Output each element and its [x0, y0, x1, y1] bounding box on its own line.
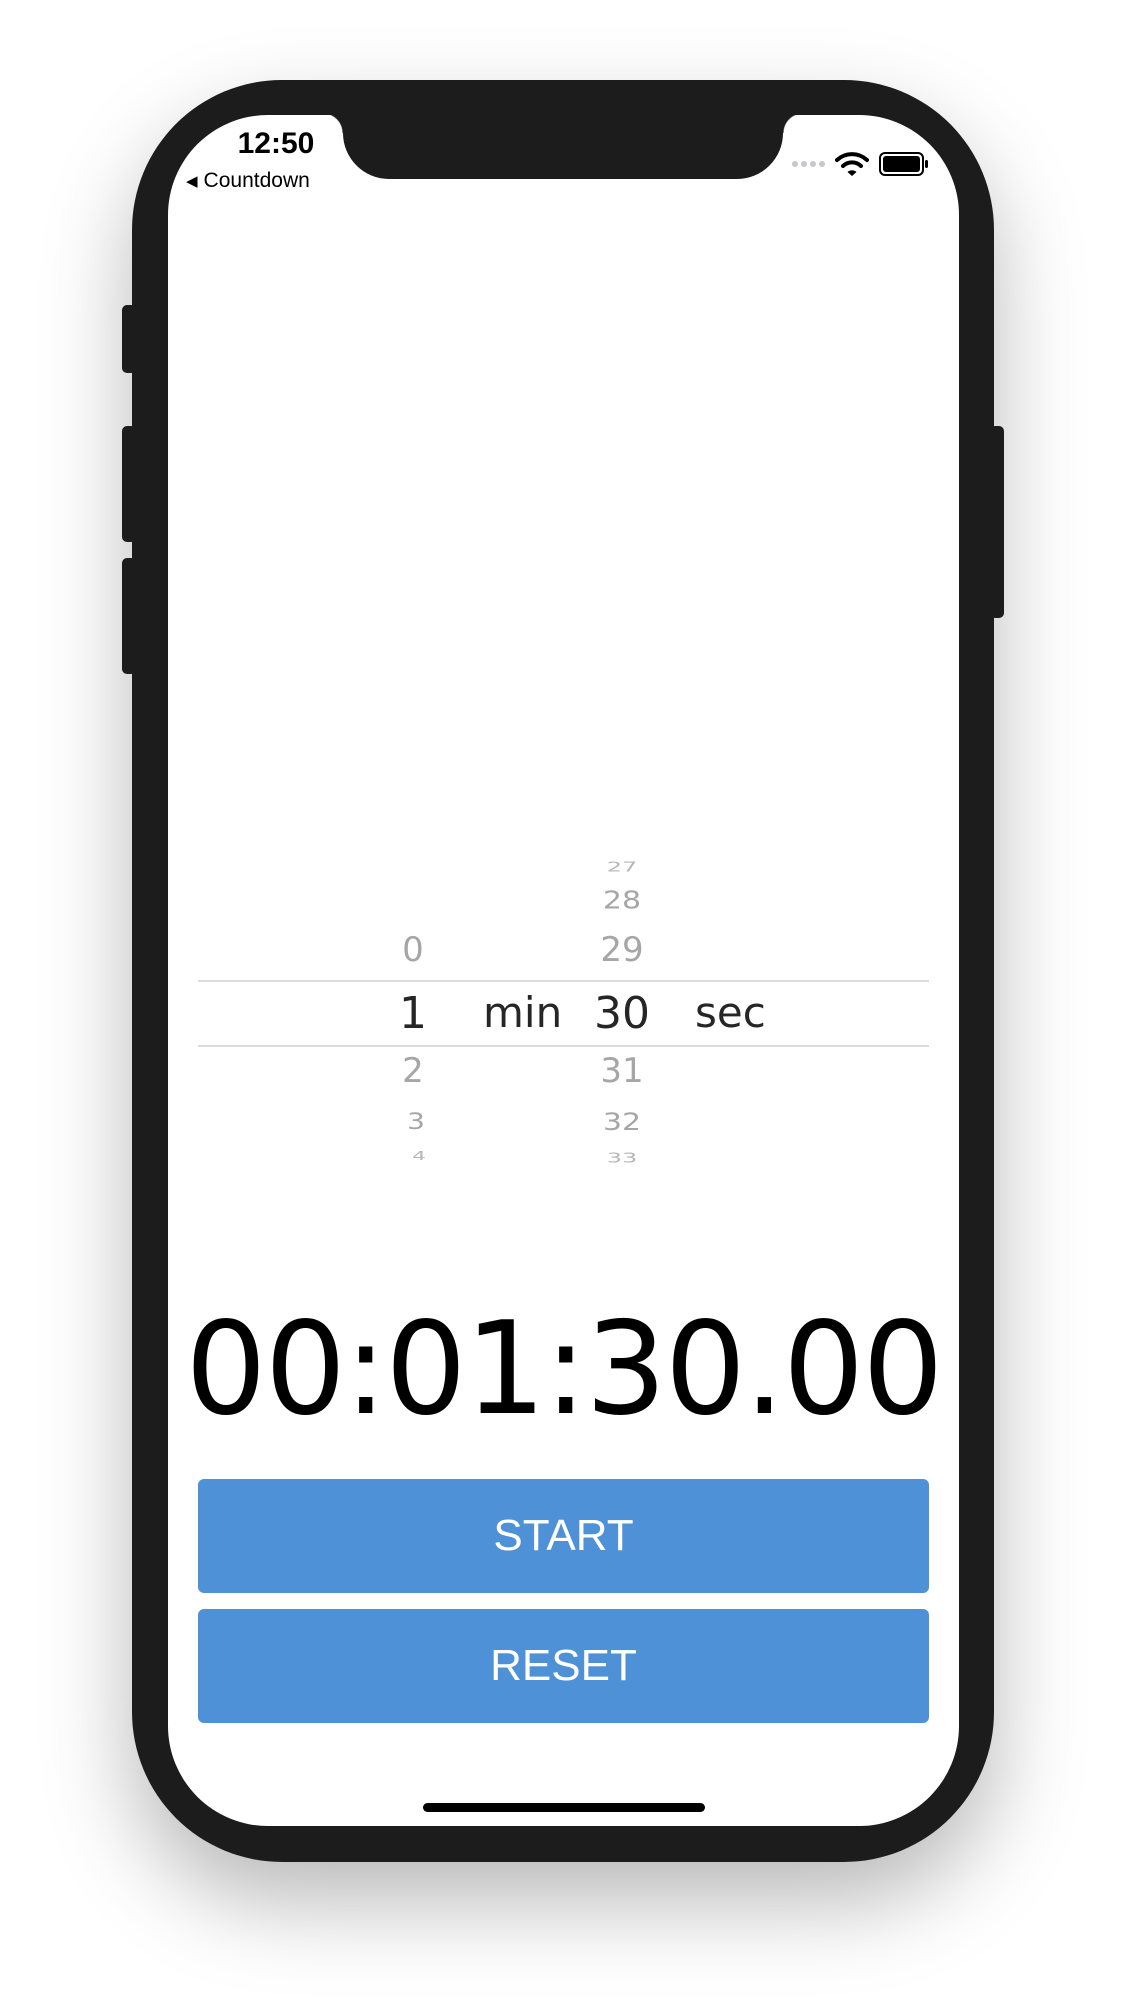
picker-second-option[interactable]: 28	[582, 886, 662, 915]
wifi-icon	[835, 152, 869, 176]
picker-selection-bottom-line	[198, 1045, 929, 1047]
picker-second-option[interactable]: 27	[582, 859, 662, 874]
picker-second-option[interactable]: 32	[582, 1109, 662, 1137]
reset-button[interactable]: RESET	[198, 1609, 929, 1723]
picker-second-selected[interactable]: 30	[582, 988, 662, 1039]
picker-minute-option[interactable]: 3	[376, 1108, 456, 1134]
battery-icon	[879, 152, 928, 176]
back-link[interactable]: ◀ Countdown	[186, 169, 310, 193]
picker-second-option[interactable]: 33	[582, 1150, 662, 1165]
countdown-display: 00:01:30.00	[185, 1295, 943, 1444]
picker-minute-selected[interactable]: 1	[373, 988, 453, 1039]
back-label: Countdown	[203, 169, 310, 192]
phone-screen: 12:50 ◀ Countdown 0 1 2 3 4 min 27 28 29…	[168, 115, 959, 1826]
time-picker[interactable]: 0 1 2 3 4 min 27 28 29 30 31 32 33 sec	[198, 845, 929, 1185]
start-button[interactable]: START	[198, 1479, 929, 1593]
picker-minute-option[interactable]: 4	[379, 1150, 459, 1164]
status-time: 12:50	[237, 127, 315, 160]
back-arrow-icon: ◀	[186, 173, 198, 190]
picker-selection-top-line	[198, 980, 929, 982]
picker-minute-option[interactable]: 2	[373, 1051, 453, 1091]
picker-second-option[interactable]: 29	[582, 930, 662, 970]
home-indicator[interactable]	[423, 1803, 705, 1812]
notch	[323, 115, 803, 179]
status-indicators	[792, 151, 929, 177]
picker-minutes-unit: min	[483, 988, 563, 1037]
picker-second-option[interactable]: 31	[582, 1051, 662, 1091]
picker-minute-option[interactable]: 0	[373, 930, 453, 970]
cellular-signal-icon	[792, 161, 825, 167]
picker-seconds-unit: sec	[695, 988, 766, 1037]
